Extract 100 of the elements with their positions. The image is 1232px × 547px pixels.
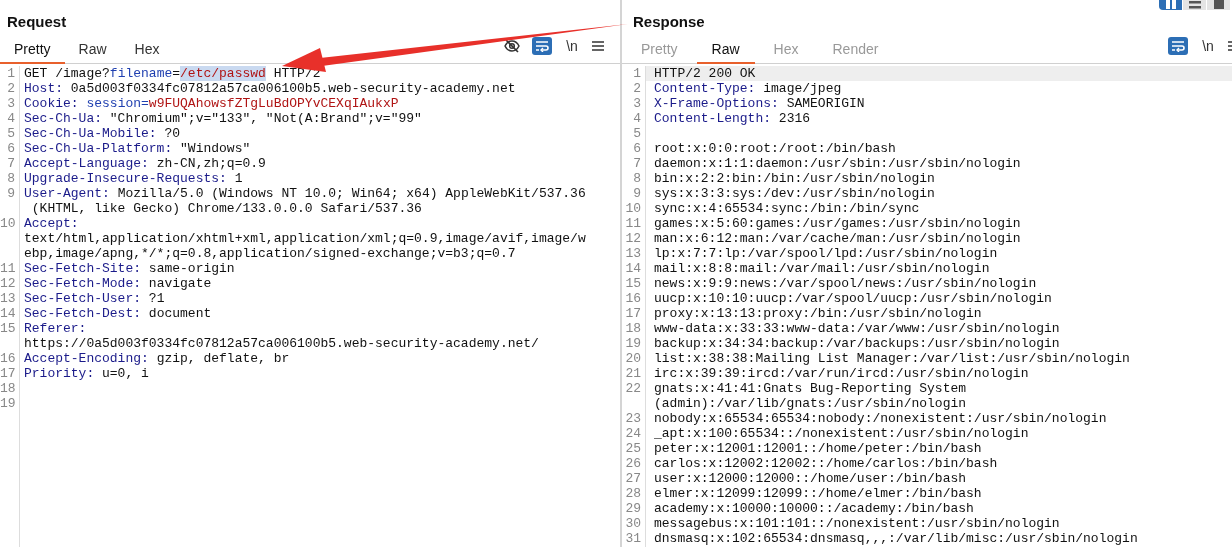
line-number: 25: [622, 441, 646, 456]
code-line: user:x:12000:12000::/home/user:/bin/bash: [654, 471, 968, 486]
line-number: 31: [622, 531, 646, 546]
visibility-toggle-button[interactable]: [502, 37, 522, 55]
line-number: 2: [0, 81, 20, 96]
code-line: Sec-Fetch-Site: same-origin: [24, 261, 236, 276]
line-number: 24: [622, 426, 646, 441]
line-number: 14: [0, 306, 20, 321]
code-line: proxy:x:13:13:proxy:/bin:/usr/sbin/nologin: [654, 306, 983, 321]
code-line: Cookie: session=w9FUQAhowsfZTgLuBdOPYvCEXqIAukxP: [24, 96, 400, 111]
line-number: 4: [622, 111, 646, 126]
code-line: https://0a5d003f0334fc07812a57ca006100b5.web-security-academy.net/: [24, 336, 540, 351]
line-number: 22: [622, 381, 646, 411]
line-number: 15: [622, 276, 646, 291]
line-number: 21: [622, 366, 646, 381]
newline-button[interactable]: \n: [1198, 37, 1218, 55]
line-number: 19: [622, 336, 646, 351]
line-number: 2: [622, 81, 646, 96]
line-number: 10: [622, 201, 646, 216]
code-line: dnsmasq:x:102:65534:dnsmasq,,,:/var/lib/misc:/usr/sbin/nologin: [654, 531, 1139, 546]
line-number: 14: [622, 261, 646, 276]
line-number: 8: [0, 171, 20, 186]
line-number: 17: [0, 366, 20, 381]
wrap-lines-button[interactable]: [1168, 37, 1188, 55]
code-line: man:x:6:12:man:/var/cache/man:/usr/sbin/nologin: [654, 231, 1022, 246]
line-number: 8: [622, 171, 646, 186]
code-line: sys:x:3:3:sys:/dev:/usr/sbin/nologin: [654, 186, 936, 201]
pane-title: Response: [632, 12, 705, 32]
tab[interactable]: Raw: [64, 41, 121, 64]
line-number: 23: [622, 411, 646, 426]
code-line: messagebus:x:101:101::/nonexistent:/usr/sbin/nologin: [654, 516, 1061, 531]
code-line: bin:x:2:2:bin:/bin:/usr/sbin/nologin: [654, 171, 936, 186]
line-number: 18: [0, 381, 20, 396]
code-line: backup:x:34:34:backup:/var/backups:/usr/sbin/nologin: [654, 336, 1061, 351]
line-number: 20: [622, 351, 646, 366]
line-number: 15: [0, 321, 20, 351]
line-number: 30: [622, 516, 646, 531]
code-line: nobody:x:65534:65534:nobody:/nonexistent:/usr/sbin/nologin: [654, 411, 1108, 426]
code-line: Accept:: [24, 216, 80, 231]
code-line: Content-Length: 2316: [654, 111, 812, 126]
line-number: 1: [0, 66, 20, 81]
code-line: sync:x:4:65534:sync:/bin:/bin/sync: [654, 201, 921, 216]
wrap-lines-button[interactable]: [532, 37, 552, 55]
line-number: 9: [622, 186, 646, 201]
code-line: Priority: u=0, i: [24, 366, 150, 381]
code-line: Accept-Encoding: gzip, deflate, br: [24, 351, 291, 366]
line-number: 17: [622, 306, 646, 321]
line-number: 5: [0, 126, 20, 141]
line-number: 6: [0, 141, 20, 156]
line-number: 6: [622, 141, 646, 156]
code-line: uucp:x:10:10:uucp:/var/spool/uucp:/usr/sbin/nologin: [654, 291, 1053, 306]
code-line: _apt:x:100:65534::/nonexistent:/usr/sbin/nologin: [654, 426, 1030, 441]
code-line: root:x:0:0:root:/root:/bin/bash: [654, 141, 897, 156]
menu-icon[interactable]: [592, 40, 604, 52]
line-number: 9: [0, 186, 20, 216]
line-number: 10: [0, 216, 20, 261]
code-line: User-Agent: Mozilla/5.0 (Windows NT 10.0; Win64; x64) AppleWebKit/537.36: [24, 186, 587, 201]
code-line: www-data:x:33:33:www-data:/var/www:/usr/sbin/nologin: [654, 321, 1061, 336]
code-line: daemon:x:1:1:daemon:/usr/sbin:/usr/sbin/nologin: [654, 156, 1022, 171]
code-line: list:x:38:38:Mailing List Manager:/var/list:/usr/sbin/nologin: [654, 351, 1131, 366]
line-number: 29: [622, 501, 646, 516]
line-number: 16: [622, 291, 646, 306]
code-line: Upgrade-Insecure-Requests: 1: [24, 171, 244, 186]
code-line: ebp,image/apng,*/*;q=0.8,application/signed-exchange;v=b3;q=0.7: [24, 246, 517, 261]
code-line: Referer:: [24, 321, 88, 336]
line-number: 11: [622, 216, 646, 231]
tab[interactable]: Pretty: [0, 41, 65, 64]
line-number: 11: [0, 261, 20, 276]
line-number: 12: [0, 276, 20, 291]
line-number: 12: [622, 231, 646, 246]
line-number: 19: [0, 396, 20, 411]
code-line: lp:x:7:7:lp:/var/spool/lpd:/usr/sbin/nologin: [654, 246, 999, 261]
line-number: 26: [622, 456, 646, 471]
code-line: Sec-Ch-Ua: "Chromium";v="133", "Not(A:Brand";v="99": [24, 111, 423, 126]
code-line: games:x:5:60:games:/usr/games:/usr/sbin/nologin: [654, 216, 1022, 231]
line-number: 28: [622, 486, 646, 501]
code-line: elmer:x:12099:12099::/home/elmer:/bin/bash: [654, 486, 983, 501]
code-line: X-Frame-Options: SAMEORIGIN: [654, 96, 866, 111]
code-line: text/html,application/xhtml+xml,application/xml;q=0.9,image/avif,image/w: [24, 231, 587, 246]
newline-button[interactable]: \n: [562, 37, 582, 55]
code-line: peter:x:12001:12001::/home/peter:/bin/bash: [654, 441, 983, 456]
code-line: Sec-Ch-Ua-Mobile: ?0: [24, 126, 182, 141]
line-number: 7: [622, 156, 646, 171]
code-line: HTTP/2 200 OK: [654, 66, 757, 81]
line-number: 13: [0, 291, 20, 306]
tab[interactable]: Raw: [696, 41, 755, 64]
line-number: 27: [622, 471, 646, 486]
line-number: 7: [0, 156, 20, 171]
code-line: Accept-Language: zh-CN,zh;q=0.9: [24, 156, 267, 171]
code-line: carlos:x:12002:12002::/home/carlos:/bin/bash: [654, 456, 999, 471]
code-line: gnats:x:41:41:Gnats Bug-Reporting System: [654, 381, 968, 396]
code-line: (admin):/var/lib/gnats:/usr/sbin/nologin: [654, 396, 968, 411]
line-number: 18: [622, 321, 646, 336]
code-line: Content-Type: image/jpeg: [654, 81, 843, 96]
line-number: 5: [622, 126, 646, 141]
line-number: 13: [622, 246, 646, 261]
tab[interactable]: Hex: [120, 41, 174, 64]
code-line: mail:x:8:8:mail:/var/mail:/usr/sbin/nologin: [654, 261, 991, 276]
code-line: (KHTML, like Gecko) Chrome/133.0.0.0 Safari/537.36: [30, 201, 423, 216]
line-number: 4: [0, 111, 20, 126]
